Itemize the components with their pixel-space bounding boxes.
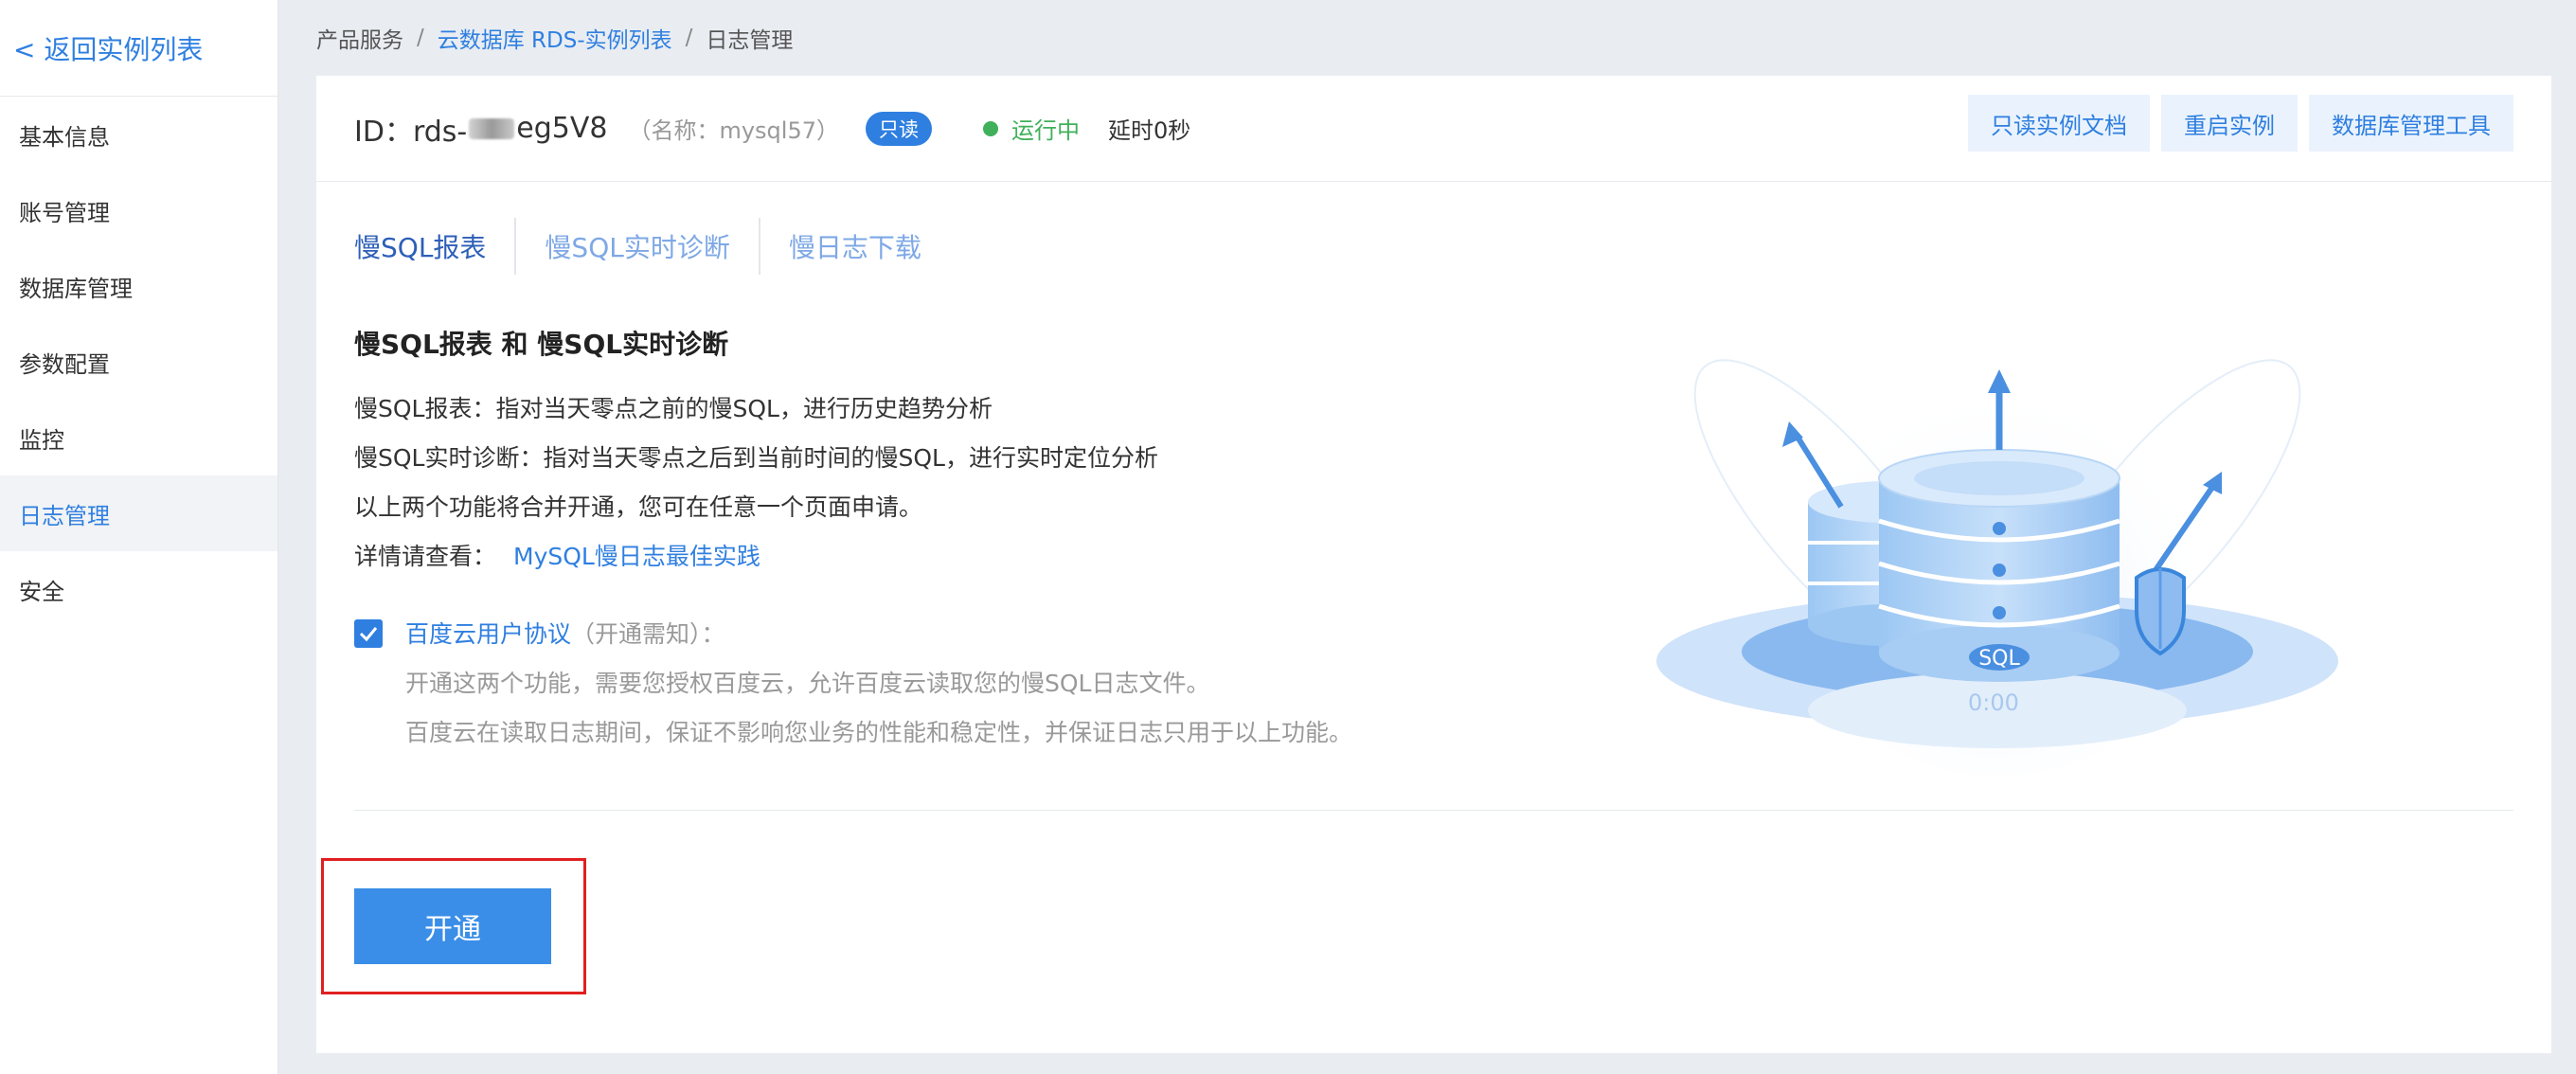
divider (354, 810, 2513, 811)
sql-database-illustration: SQL (1656, 341, 2338, 777)
breadcrumb-separator: / (685, 26, 693, 50)
status-dot-icon (983, 120, 998, 136)
readonly-docs-button[interactable]: 只读实例文档 (1968, 95, 2150, 152)
breadcrumb-instance-list-link[interactable]: 云数据库 RDS-实例列表 (438, 22, 672, 54)
open-service-button[interactable]: 开通 (354, 888, 551, 964)
video-time: 0:00 (1968, 689, 2019, 716)
sidebar-item-basic-info[interactable]: 基本信息 (0, 97, 277, 172)
agreement-note: （开通需知）： (571, 620, 725, 648)
section-title: 慢SQL报表 和 慢SQL实时诊断 (354, 329, 729, 360)
instance-header: ID：rds- eg5V8 （名称：mysql57） 只读 运行中 延时0秒 只… (316, 76, 2551, 182)
tab-slow-sql-realtime[interactable]: 慢SQL实时诊断 (514, 218, 758, 275)
redacted-mask (469, 117, 515, 139)
instance-id: ID：rds- eg5V8 (354, 108, 607, 150)
sidebar-item-account[interactable]: 账号管理 (0, 172, 277, 248)
agreement-detail-2: 百度云在读取日志期间，保证不影响您业务的性能和稳定性，并保证日志只用于以上功能。 (405, 719, 1353, 746)
sidebar-item-security[interactable]: 安全 (0, 551, 277, 627)
restart-instance-button[interactable]: 重启实例 (2161, 95, 2298, 152)
desc-line-realtime: 慢SQL实时诊断：指对当天零点之后到当前时间的慢SQL，进行实时定位分析 (354, 444, 1158, 472)
header-actions: 只读实例文档 重启实例 数据库管理工具 (1968, 95, 2513, 152)
back-to-instance-list-link[interactable]: < 返回实例列表 (0, 0, 277, 97)
tab-slow-log-download[interactable]: 慢日志下载 (758, 218, 950, 275)
desc-line-report: 慢SQL报表：指对当天零点之前的慢SQL，进行历史趋势分析 (354, 395, 993, 422)
breadcrumb-products: 产品服务 (316, 28, 403, 53)
best-practice-link[interactable]: MySQL慢日志最佳实践 (513, 543, 760, 570)
desc-line-details: 详情请查看： MySQL慢日志最佳实践 (354, 538, 760, 572)
agreement-checkbox[interactable] (354, 619, 383, 648)
readonly-badge: 只读 (866, 111, 932, 146)
log-tabs: 慢SQL报表 慢SQL实时诊断 慢日志下载 (354, 218, 950, 275)
delay-text: 延时0秒 (1108, 117, 1191, 144)
sidebar: < 返回实例列表 基本信息 账号管理 数据库管理 参数配置 监控 日志管理 安全 (0, 0, 278, 1074)
instance-name: （名称：mysql57） (628, 117, 839, 144)
sql-label: SQL (1978, 647, 2020, 671)
sidebar-item-monitor[interactable]: 监控 (0, 400, 277, 475)
user-agreement-link[interactable]: 百度云用户协议 (405, 620, 571, 648)
sidebar-item-logs[interactable]: 日志管理 (0, 475, 277, 551)
agreement-text: 百度云用户协议（开通需知）： 开通这两个功能，需要您授权百度云，允许百度云读取您… (405, 610, 1352, 758)
check-icon (359, 627, 378, 642)
desc-line-merge: 以上两个功能将合并开通，您可在任意一个页面申请。 (354, 493, 923, 521)
instance-id-prefix: ID：rds- (354, 115, 468, 149)
breadcrumb-separator: / (417, 26, 424, 50)
status-text: 运行中 (1011, 117, 1080, 144)
breadcrumb-current: 日志管理 (706, 28, 794, 53)
details-label: 详情请查看： (354, 543, 497, 570)
breadcrumb: 产品服务 / 云数据库 RDS-实例列表 / 日志管理 (316, 21, 793, 55)
agreement-detail-1: 开通这两个功能，需要您授权百度云，允许百度云读取您的慢SQL日志文件。 (405, 670, 1210, 697)
sidebar-item-database[interactable]: 数据库管理 (0, 248, 277, 324)
agreement-row: 百度云用户协议（开通需知）： 开通这两个功能，需要您授权百度云，允许百度云读取您… (354, 616, 1352, 758)
main-card: ID：rds- eg5V8 （名称：mysql57） 只读 运行中 延时0秒 只… (316, 76, 2551, 1053)
sidebar-item-params[interactable]: 参数配置 (0, 324, 277, 400)
tab-slow-sql-report[interactable]: 慢SQL报表 (354, 218, 514, 275)
db-management-tool-button[interactable]: 数据库管理工具 (2309, 95, 2513, 152)
instance-id-suffix: eg5V8 (516, 112, 608, 145)
